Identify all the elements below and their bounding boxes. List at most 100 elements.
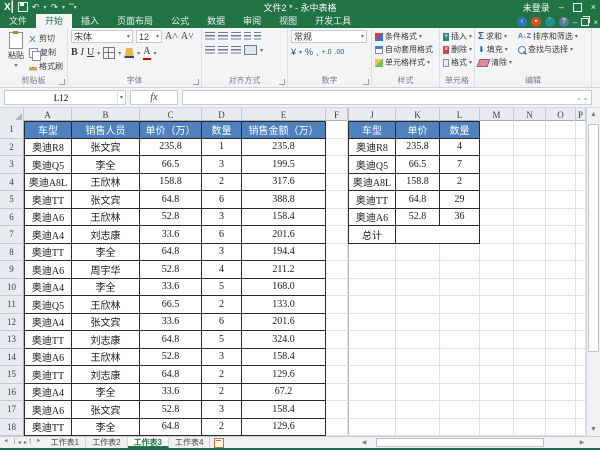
cell-O10[interactable] — [546, 278, 576, 296]
cell-J11[interactable] — [348, 296, 396, 314]
cell-O2[interactable] — [546, 138, 576, 156]
cell-D1[interactable]: 数量 — [202, 121, 242, 139]
row-header-13[interactable]: 13 — [0, 331, 24, 349]
cell-E18[interactable]: 129.6 — [242, 418, 326, 436]
cell-C18[interactable]: 64.8 — [140, 418, 202, 436]
cell-P11[interactable] — [576, 296, 586, 314]
cell-F17[interactable] — [326, 401, 348, 419]
align-middle-icon[interactable] — [218, 32, 228, 40]
cell-K11[interactable] — [396, 296, 440, 314]
sum-button[interactable]: Σ 求和 ▾ — [478, 30, 512, 43]
font-size-select[interactable]: 12 ▾ — [136, 30, 162, 43]
cell-O11[interactable] — [546, 296, 576, 314]
first-sheet-icon[interactable]: ⯇⎹ — [4, 439, 15, 446]
cell-P1[interactable] — [576, 121, 586, 139]
cell-N13[interactable] — [514, 331, 546, 349]
cell-A17[interactable]: 奥迪A6 — [24, 401, 72, 419]
horizontal-scrollbar[interactable]: ◀ ▶ — [358, 437, 588, 447]
delete-cells-button[interactable]: × 删除 ▾ — [443, 43, 472, 56]
cell-O7[interactable] — [546, 226, 576, 244]
cell-P13[interactable] — [576, 331, 586, 349]
cell-O16[interactable] — [546, 383, 576, 401]
cell-F13[interactable] — [326, 331, 348, 349]
cell-C7[interactable]: 33.6 — [140, 226, 202, 244]
paste-dropdown-icon[interactable]: ▾ — [14, 62, 17, 69]
back-icon[interactable]: ‹ — [516, 17, 527, 27]
cell-K13[interactable] — [396, 331, 440, 349]
cell-E17[interactable]: 158.4 — [242, 401, 326, 419]
format-painter-button[interactable]: 格式刷 — [29, 61, 63, 72]
row-header-14[interactable]: 14 — [0, 348, 24, 366]
cell-D5[interactable]: 6 — [202, 191, 242, 209]
cell-F18[interactable] — [326, 418, 348, 436]
cell-F14[interactable] — [326, 348, 348, 366]
comma-icon[interactable]: , — [316, 47, 319, 57]
cell-K12[interactable] — [396, 313, 440, 331]
insert-cells-button[interactable]: + 插入 ▾ — [443, 30, 472, 43]
cut-button[interactable]: 剪切 — [29, 33, 63, 44]
cell-P8[interactable] — [576, 243, 586, 261]
cell-F3[interactable] — [326, 156, 348, 174]
cell-F5[interactable] — [326, 191, 348, 209]
ribbon-tab-1[interactable]: 文件 — [0, 14, 36, 28]
percent-icon[interactable]: % — [305, 47, 313, 57]
cell-A4[interactable]: 奥迪A8L — [24, 173, 72, 191]
cell-D7[interactable]: 6 — [202, 226, 242, 244]
cell-D18[interactable]: 2 — [202, 418, 242, 436]
cell-N6[interactable] — [514, 208, 546, 226]
cell-M15[interactable] — [480, 366, 514, 384]
insert-sheet-icon[interactable] — [214, 437, 225, 448]
grow-font-icon[interactable]: A˄ — [165, 31, 178, 43]
cell-O9[interactable] — [546, 261, 576, 279]
cell-J8[interactable] — [348, 243, 396, 261]
cell-B2[interactable]: 张文宾 — [72, 138, 140, 156]
cell-L14[interactable] — [440, 348, 480, 366]
cell-E12[interactable]: 201.6 — [242, 313, 326, 331]
bold-button[interactable]: B — [71, 47, 78, 59]
cell-E13[interactable]: 324.0 — [242, 331, 326, 349]
cell-B9[interactable]: 周宇华 — [72, 261, 140, 279]
cell-L12[interactable] — [440, 313, 480, 331]
paste-button[interactable]: 粘贴 ▾ — [3, 30, 29, 74]
cell-C11[interactable]: 66.5 — [140, 296, 202, 314]
fill-color-dropdown-icon[interactable]: ▾ — [137, 50, 140, 57]
theme-icon[interactable]: ▪ — [530, 17, 541, 27]
document-minimize-icon[interactable]: – — [573, 18, 577, 27]
cell-B5[interactable]: 张文宾 — [72, 191, 140, 209]
select-all-corner[interactable] — [0, 108, 24, 121]
cell-A9[interactable]: 奥迪A6 — [24, 261, 72, 279]
cell-M10[interactable] — [480, 278, 514, 296]
cell-L18[interactable] — [440, 418, 480, 436]
increase-indent-icon[interactable] — [254, 32, 261, 40]
cell-B6[interactable]: 王欣林 — [72, 208, 140, 226]
cell-B7[interactable]: 刘志康 — [72, 226, 140, 244]
cell-K6[interactable]: 52.8 — [396, 208, 440, 226]
cell-M16[interactable] — [480, 383, 514, 401]
cell-N15[interactable] — [514, 366, 546, 384]
cell-E9[interactable]: 211.2 — [242, 261, 326, 279]
cell-O12[interactable] — [546, 313, 576, 331]
cell-A18[interactable]: 奥迪TT — [24, 418, 72, 436]
cell-A7[interactable]: 奥迪A4 — [24, 226, 72, 244]
cell-K5[interactable]: 64.8 — [396, 191, 440, 209]
sheet-tab-3[interactable]: 工作表3 — [127, 437, 170, 448]
cell-O6[interactable] — [546, 208, 576, 226]
underline-dropdown-icon[interactable]: ▾ — [97, 50, 100, 57]
cell-N10[interactable] — [514, 278, 546, 296]
cell-O4[interactable] — [546, 173, 576, 191]
cell-K10[interactable] — [396, 278, 440, 296]
cell-K16[interactable] — [396, 383, 440, 401]
cell-J6[interactable]: 奥迪A6 — [348, 208, 396, 226]
cell-C3[interactable]: 66.5 — [140, 156, 202, 174]
clear-button[interactable]: 清除 ▾ — [476, 56, 512, 69]
cell-N14[interactable] — [514, 348, 546, 366]
underline-button[interactable]: U — [87, 47, 94, 59]
cell-P10[interactable] — [576, 278, 586, 296]
cell-E5[interactable]: 388.8 — [242, 191, 326, 209]
conditional-format-button[interactable]: 条件格式 ▾ — [375, 30, 437, 43]
cell-D4[interactable]: 2 — [202, 173, 242, 191]
cell-K9[interactable] — [396, 261, 440, 279]
row-header-17[interactable]: 17 — [0, 401, 24, 419]
cell-P9[interactable] — [576, 261, 586, 279]
cell-A13[interactable]: 奥迪TT — [24, 331, 72, 349]
